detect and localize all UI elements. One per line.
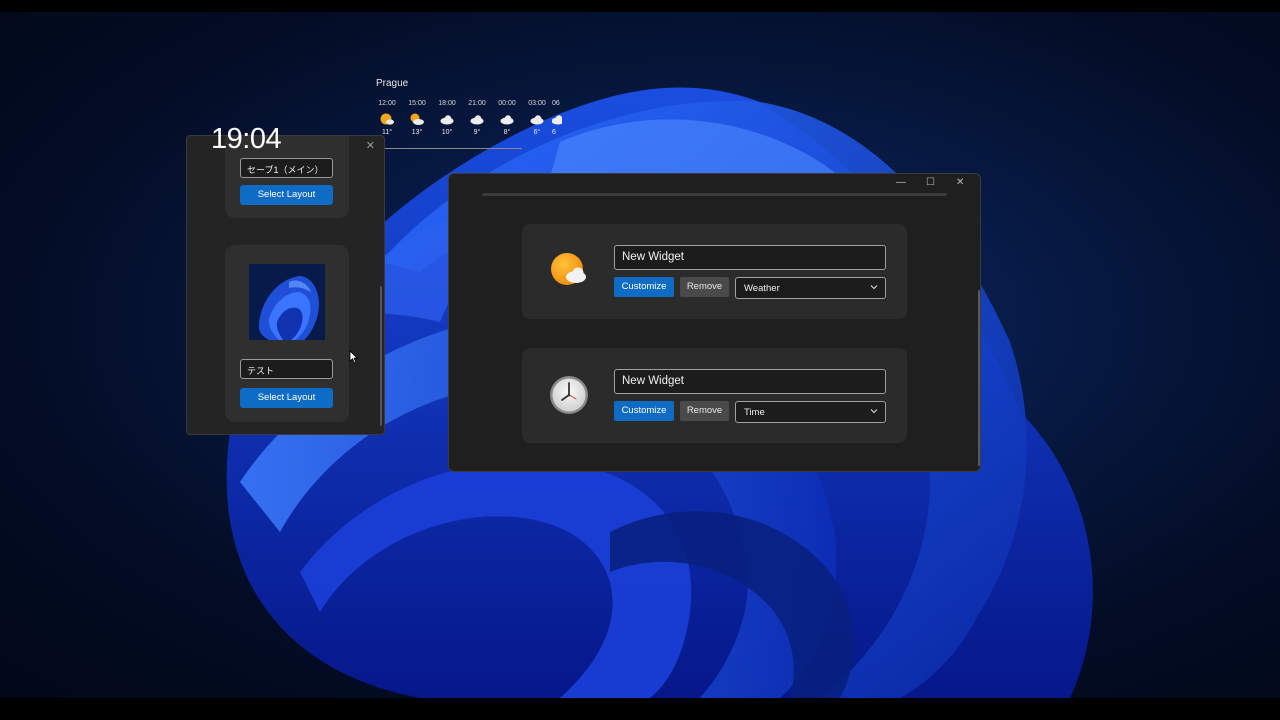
widget-name-field[interactable]: New Widget bbox=[614, 369, 886, 394]
widget-type-value: Time bbox=[744, 407, 765, 418]
chevron-down-icon bbox=[870, 409, 878, 414]
forecast-time: 15:00 bbox=[408, 100, 426, 107]
forecast-item: 15:00 13° bbox=[402, 100, 432, 136]
remove-button[interactable]: Remove bbox=[680, 277, 729, 297]
forecast-time: 03:00 bbox=[528, 100, 546, 107]
letterbox-top bbox=[0, 0, 1280, 12]
scrollbar[interactable] bbox=[380, 286, 382, 426]
weather-widget[interactable]: Prague 12:00 11° 15:00 13° 18:00 10° 21:… bbox=[372, 78, 572, 152]
forecast-time: 00:00 bbox=[498, 100, 516, 107]
forecast-item: 21:00 9° bbox=[462, 100, 492, 136]
forecast-temp: 8° bbox=[503, 129, 511, 136]
widget-card: New Widget Customize Remove Time bbox=[522, 348, 907, 443]
forecast-temp: 10° bbox=[441, 129, 453, 136]
letterbox-bottom bbox=[0, 698, 1280, 720]
close-icon[interactable]: ✕ bbox=[366, 139, 375, 152]
forecast-item: 12:00 11° bbox=[372, 100, 402, 136]
sunny-icon bbox=[380, 113, 394, 125]
widget-card: New Widget Customize Remove Weather bbox=[522, 224, 907, 319]
layout-thumbnail[interactable] bbox=[249, 264, 325, 340]
widget-type-select[interactable]: Time bbox=[735, 401, 886, 423]
forecast-time: 21:00 bbox=[468, 100, 486, 107]
horizontal-scrollbar[interactable] bbox=[482, 193, 947, 196]
clock-icon bbox=[550, 376, 588, 414]
forecast-temp: 6° bbox=[533, 129, 541, 136]
cloud-icon bbox=[440, 115, 454, 125]
forecast-row: 12:00 11° 15:00 13° 18:00 10° 21:00 9° 0… bbox=[372, 100, 562, 136]
weather-icon bbox=[551, 253, 586, 285]
desktop-clock[interactable]: 19:04 bbox=[211, 123, 282, 156]
wallpaper-thumbnail-image bbox=[249, 264, 325, 340]
customize-button[interactable]: Customize bbox=[614, 401, 674, 421]
vertical-scrollbar[interactable] bbox=[978, 290, 980, 466]
widget-name-field[interactable]: New Widget bbox=[614, 245, 886, 270]
cloud-icon bbox=[530, 115, 544, 125]
forecast-item: 03:00 6° bbox=[522, 100, 552, 136]
chevron-down-icon bbox=[870, 285, 878, 290]
forecast-temp: 9° bbox=[473, 129, 481, 136]
select-layout-button[interactable]: Select Layout bbox=[240, 388, 333, 408]
forecast-time: 12:00 bbox=[378, 100, 396, 107]
layout-name-field[interactable]: テスト bbox=[240, 359, 333, 379]
forecast-item: 06 6 bbox=[552, 100, 562, 136]
widget-settings-window: — ☐ ✕ New Widget Customize Remove Weathe… bbox=[448, 173, 981, 472]
weather-divider bbox=[384, 148, 522, 149]
remove-button[interactable]: Remove bbox=[680, 401, 729, 421]
layout-panel: ✕ セーブ1（メイン） Select Layout テスト Select Lay… bbox=[186, 135, 385, 435]
partly-cloudy-icon bbox=[410, 113, 424, 125]
forecast-temp: 6 bbox=[552, 129, 556, 136]
forecast-temp: 13° bbox=[411, 129, 423, 136]
customize-button[interactable]: Customize bbox=[614, 277, 674, 297]
select-layout-button[interactable]: Select Layout bbox=[240, 185, 333, 205]
widget-type-value: Weather bbox=[744, 283, 780, 294]
weather-city: Prague bbox=[376, 78, 409, 89]
maximize-icon[interactable]: ☐ bbox=[926, 177, 935, 188]
forecast-item: 00:00 8° bbox=[492, 100, 522, 136]
widget-type-select[interactable]: Weather bbox=[735, 277, 886, 299]
cloud-icon bbox=[500, 115, 514, 125]
layout-card: テスト Select Layout bbox=[225, 245, 349, 422]
cloud-icon bbox=[552, 115, 562, 125]
forecast-time: 18:00 bbox=[438, 100, 456, 107]
layout-name-field[interactable]: セーブ1（メイン） bbox=[240, 158, 333, 178]
forecast-item: 18:00 10° bbox=[432, 100, 462, 136]
minimize-icon[interactable]: — bbox=[896, 177, 906, 188]
close-icon[interactable]: ✕ bbox=[956, 177, 964, 188]
title-bar[interactable]: — ☐ ✕ bbox=[449, 174, 980, 192]
cloud-icon bbox=[470, 115, 484, 125]
mouse-pointer-icon bbox=[349, 350, 359, 364]
forecast-time: 06 bbox=[552, 100, 560, 107]
